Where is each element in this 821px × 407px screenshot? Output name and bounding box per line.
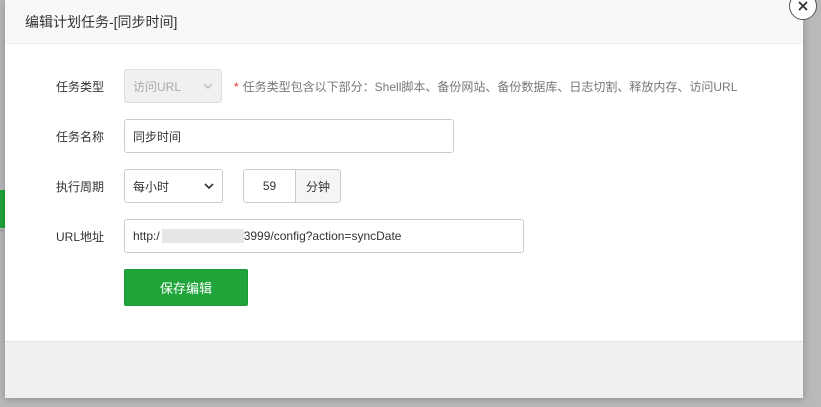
- close-icon: [798, 1, 808, 11]
- period-control: 每小时 59 分钟: [124, 169, 341, 203]
- task-name-input[interactable]: 同步时间: [124, 119, 454, 153]
- task-type-select[interactable]: 访问URL: [124, 69, 222, 103]
- task-type-label: 任务类型: [55, 79, 104, 94]
- period-row: 执行周期 每小时 59 分钟: [5, 169, 803, 203]
- dialog-header: 编辑计划任务-[同步时间]: [5, 0, 803, 44]
- task-name-label: 任务名称: [55, 129, 104, 144]
- required-star: *: [234, 79, 239, 94]
- task-type-control: 访问URL * 任务类型包含以下部分：Shell脚本、备份网站、备份数据库、日志切…: [124, 69, 737, 103]
- dialog-body: 任务类型 访问URL * 任务类型包含以下部分：Shell脚本、备份网站、备份数据…: [5, 44, 803, 344]
- save-edit-button[interactable]: 保存编辑: [124, 269, 248, 306]
- background-divider: [0, 230, 4, 231]
- redacted-host: [161, 229, 244, 243]
- task-name-value: 同步时间: [133, 129, 182, 144]
- url-label: URL地址: [55, 229, 104, 244]
- task-name-row: 任务名称 同步时间: [5, 119, 803, 153]
- period-select[interactable]: 每小时: [124, 169, 223, 203]
- task-type-hint-text: 任务类型包含以下部分：Shell脚本、备份网站、备份数据库、日志切割、释放内存、…: [242, 79, 738, 94]
- url-value: http:/ 3999/config?action=syncDate: [133, 229, 401, 243]
- chevron-down-icon: [203, 83, 213, 89]
- minute-stepper: 59 分钟: [243, 169, 341, 203]
- dialog-footer: [5, 341, 803, 398]
- period-label: 执行周期: [55, 179, 104, 194]
- dialog-title: 编辑计划任务-[同步时间]: [25, 13, 178, 30]
- edit-cron-task-dialog: 编辑计划任务-[同步时间] 任务类型 访问URL * 任务类型包含以下部分：She…: [5, 0, 803, 398]
- minute-unit: 分钟: [295, 169, 341, 203]
- task-type-hint: * 任务类型包含以下部分：Shell脚本、备份网站、备份数据库、日志切割、释放内存…: [234, 78, 737, 95]
- url-control: http:/ 3999/config?action=syncDate: [124, 219, 524, 253]
- minute-input[interactable]: 59: [243, 169, 295, 203]
- task-name-control: 同步时间: [124, 119, 454, 153]
- minute-value: 59: [262, 179, 277, 193]
- period-selected: 每小时: [133, 179, 170, 194]
- url-suffix: 3999/config?action=syncDate: [243, 229, 402, 243]
- url-input[interactable]: http:/ 3999/config?action=syncDate: [124, 219, 524, 253]
- url-prefix: http:/: [133, 229, 160, 243]
- task-type-row: 任务类型 访问URL * 任务类型包含以下部分：Shell脚本、备份网站、备份数据…: [5, 69, 803, 103]
- url-row: URL地址 http:/ 3999/config?action=syncDate: [5, 219, 803, 253]
- chevron-down-icon: [204, 183, 214, 190]
- task-type-selected: 访问URL: [133, 79, 182, 94]
